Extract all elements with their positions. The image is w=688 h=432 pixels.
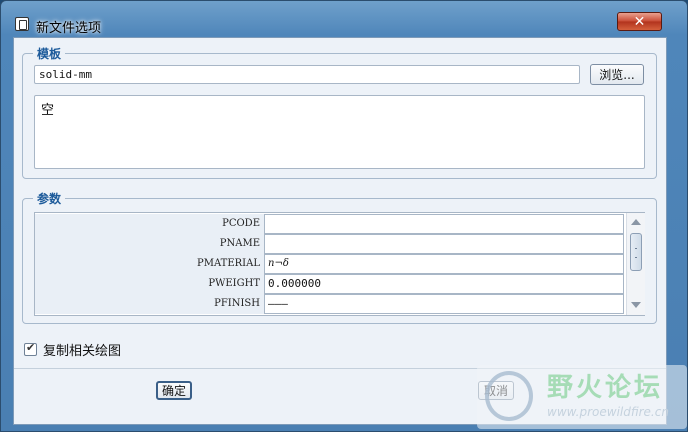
copy-drawing-option[interactable]: 复制相关绘图	[24, 340, 122, 359]
template-group-legend: 模板	[33, 45, 66, 62]
param-value-input[interactable]	[264, 234, 624, 254]
param-name: PFINISH	[35, 294, 264, 314]
template-description-area[interactable]: 空	[34, 95, 645, 169]
param-row-pcode: PCODE	[35, 214, 625, 234]
title-bar[interactable]: 新文件选项 ✕	[1, 1, 687, 36]
parameters-scrollbar[interactable]	[626, 213, 645, 315]
param-row-pname: PNAME	[35, 234, 625, 254]
param-name: PNAME	[35, 234, 264, 254]
param-row-pfinish: PFINISH ———	[35, 294, 625, 314]
param-value-input[interactable]: ———	[264, 294, 624, 314]
param-name: PWEIGHT	[35, 274, 264, 294]
param-value-input[interactable]: n¬δ	[264, 254, 624, 274]
copy-drawing-label: 复制相关绘图	[43, 343, 122, 359]
window-icon	[15, 17, 29, 31]
param-row-pweight: PWEIGHT 0.000000	[35, 274, 625, 294]
ok-button[interactable]: 确定	[156, 381, 192, 400]
close-button[interactable]: ✕	[617, 12, 662, 31]
parameters-group-legend: 参数	[33, 190, 66, 207]
watermark-logo-icon	[485, 371, 533, 421]
scroll-down-arrow-icon[interactable]	[631, 302, 641, 308]
watermark-url: www.proewildfire.cn	[547, 405, 669, 419]
template-input[interactable]: solid-mm	[34, 65, 580, 84]
forum-watermark: 野火论坛 www.proewildfire.cn	[477, 365, 687, 429]
watermark-text: 野火论坛	[547, 373, 664, 403]
scrollbar-thumb[interactable]	[630, 233, 642, 271]
close-icon: ✕	[633, 13, 646, 30]
param-value-input[interactable]: 0.000000	[264, 274, 624, 294]
scroll-up-arrow-icon[interactable]	[631, 219, 641, 225]
param-name: PMATERIAL	[35, 254, 264, 274]
param-name: PCODE	[35, 214, 264, 234]
new-file-options-dialog: 新文件选项 ✕ 模板 solid-mm 浏览... 空 参数 PCODE PNA…	[0, 0, 688, 432]
window-title: 新文件选项	[36, 21, 102, 36]
copy-drawing-checkbox[interactable]	[24, 341, 37, 356]
parameters-table: PCODE PNAME PMATERIAL n¬δ PWEIGHT 0.0000…	[34, 212, 645, 316]
param-value-input[interactable]	[264, 214, 624, 234]
param-row-pmaterial: PMATERIAL n¬δ	[35, 254, 625, 274]
browse-button[interactable]: 浏览...	[590, 64, 644, 85]
